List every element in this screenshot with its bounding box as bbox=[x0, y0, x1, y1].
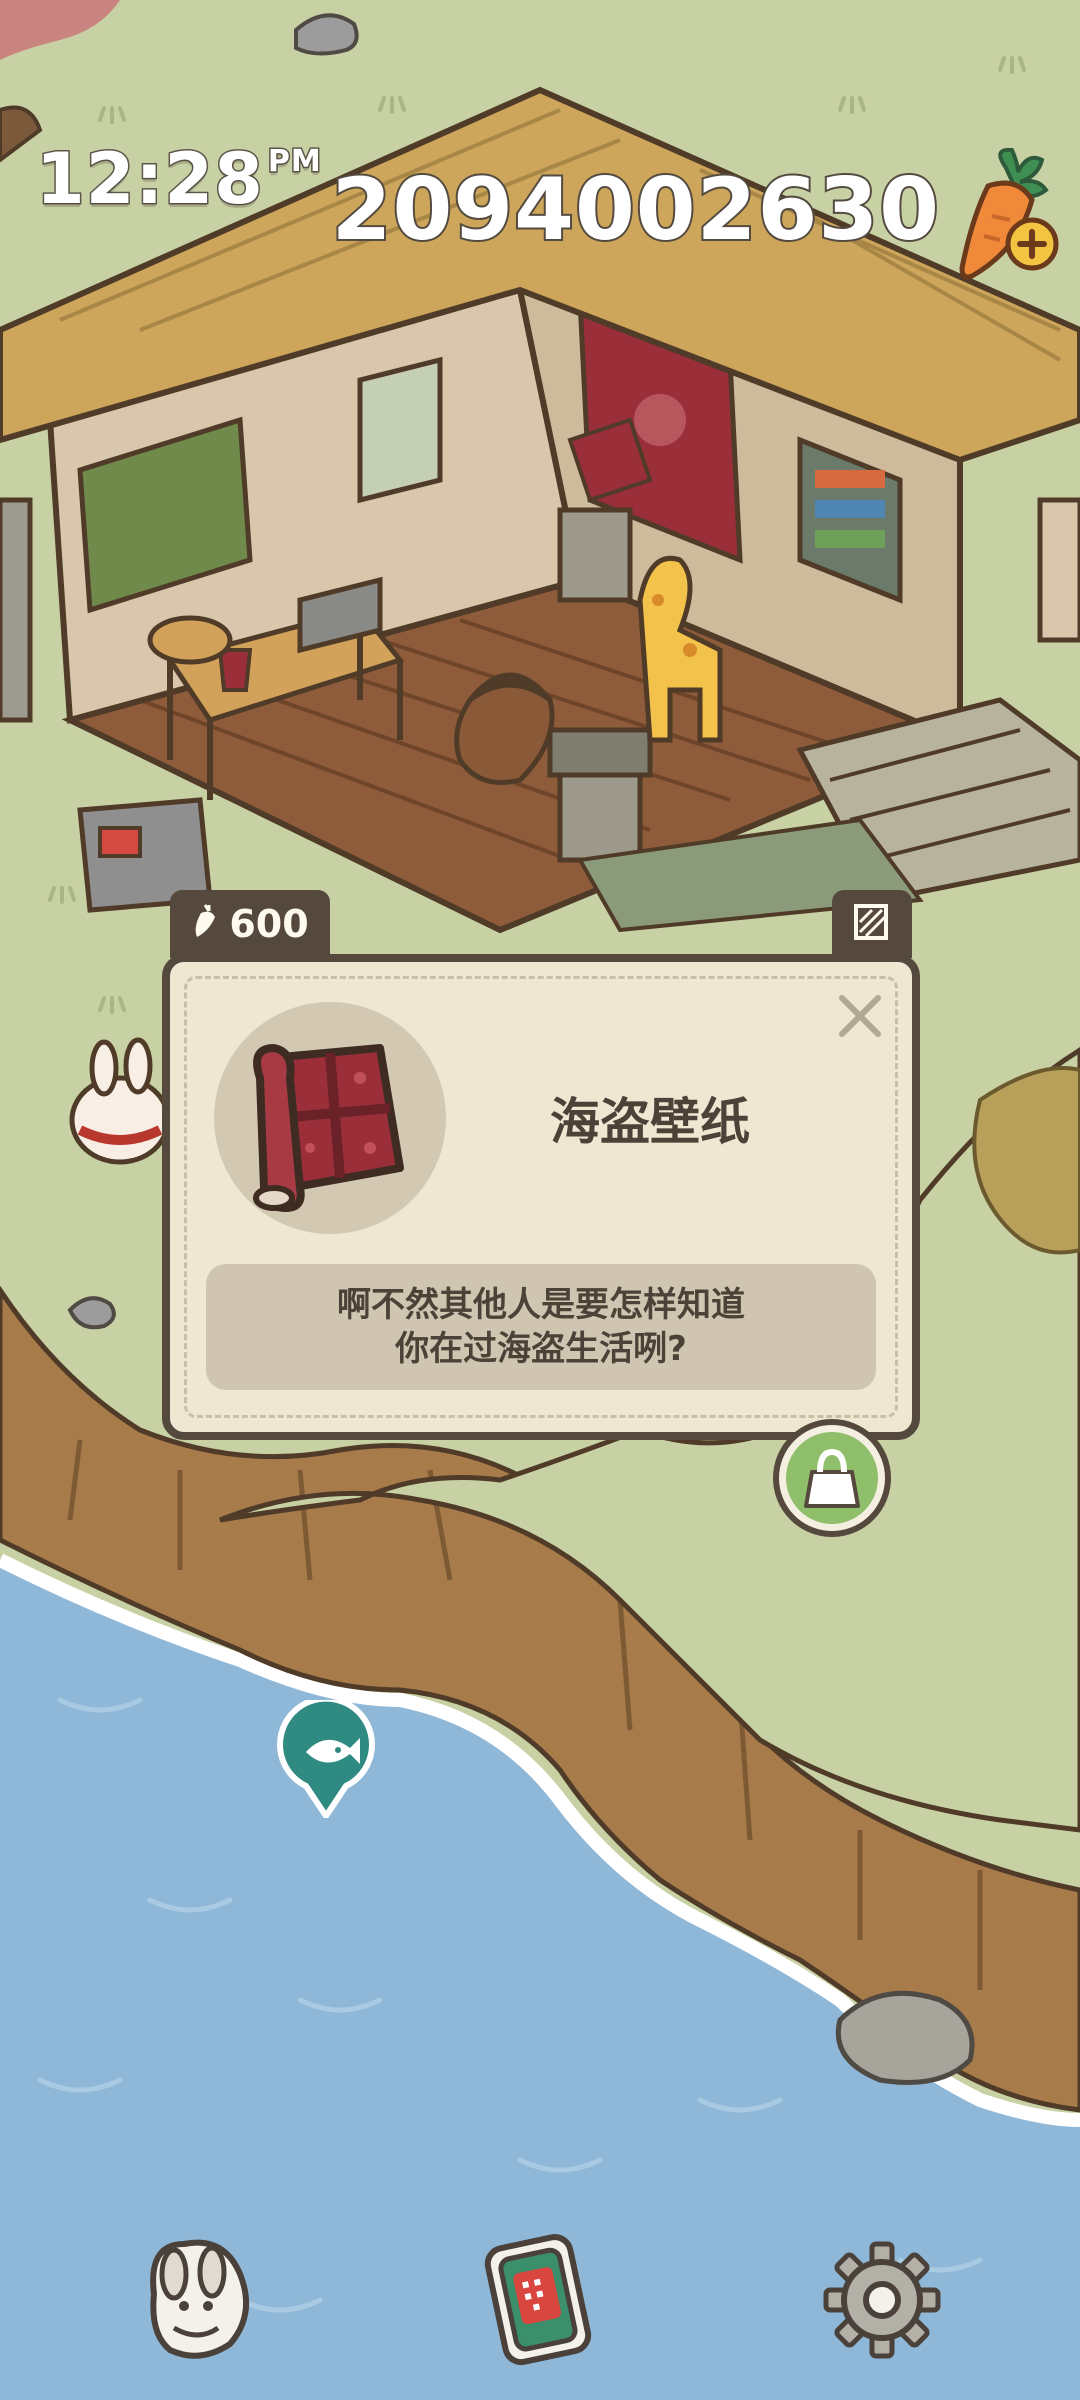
item-image bbox=[214, 1002, 446, 1234]
pirate-wallpaper-roll-icon bbox=[253, 1043, 404, 1213]
bunny-collection-icon[interactable] bbox=[134, 2234, 266, 2366]
clock-time: 12:28 bbox=[35, 137, 265, 222]
carrot-plus-icon[interactable] bbox=[948, 146, 1068, 286]
fish-marker-icon[interactable] bbox=[276, 1695, 376, 1822]
price-value: 600 bbox=[229, 902, 309, 946]
close-icon[interactable] bbox=[832, 988, 888, 1044]
clock: 12:28 PM bbox=[35, 137, 323, 222]
shopping-bag-icon[interactable] bbox=[770, 1416, 894, 1540]
game-screen: 12:28 PM 2094002630 600 海盗壁纸 啊不然其他人是要怎样知… bbox=[0, 0, 1080, 2400]
carrot-balance: 2094002630 bbox=[330, 158, 941, 262]
item-name: 海盗壁纸 bbox=[550, 1093, 750, 1151]
price-tag: 600 bbox=[170, 890, 330, 958]
gear-icon[interactable] bbox=[816, 2234, 948, 2366]
wallpaper-icon bbox=[852, 902, 892, 946]
phone-icon[interactable] bbox=[470, 2234, 602, 2366]
item-popup: 600 海盗壁纸 啊不然其他人是要怎样知道 你在过海盗生活咧? bbox=[162, 890, 920, 1440]
wallpaper-category-tab bbox=[832, 890, 912, 958]
carrot-icon bbox=[191, 902, 219, 946]
item-card: 海盗壁纸 啊不然其他人是要怎样知道 你在过海盗生活咧? bbox=[162, 954, 920, 1440]
item-description: 啊不然其他人是要怎样知道 你在过海盗生活咧? bbox=[206, 1264, 876, 1390]
clock-ampm: PM bbox=[266, 143, 322, 181]
